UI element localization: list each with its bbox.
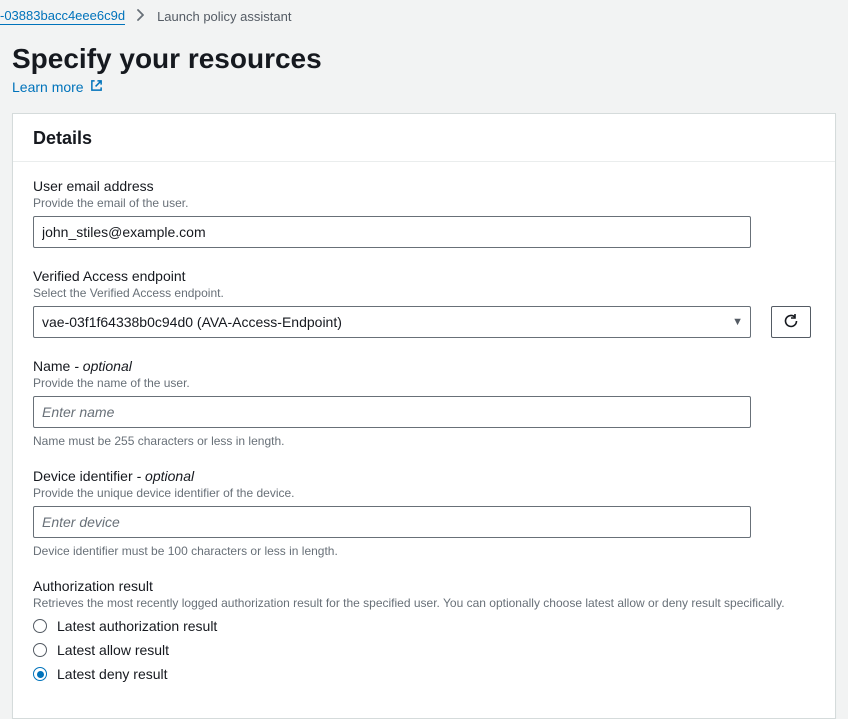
field-device: Device identifier - optional Provide the… — [33, 468, 815, 558]
email-desc: Provide the email of the user. — [33, 196, 815, 210]
refresh-icon — [783, 313, 799, 332]
auth-result-desc: Retrieves the most recently logged autho… — [33, 596, 815, 610]
endpoint-selected-value: vae-03f1f64338b0c94d0 (AVA-Access-Endpoi… — [42, 314, 342, 330]
name-desc: Provide the name of the user. — [33, 376, 815, 390]
device-help: Device identifier must be 100 characters… — [33, 544, 815, 558]
chevron-right-icon — [137, 9, 145, 24]
radio-latest-deny[interactable]: Latest deny result — [33, 666, 815, 682]
radio-icon — [33, 619, 47, 633]
panel-header: Details — [13, 114, 835, 162]
email-label: User email address — [33, 178, 815, 194]
field-auth-result: Authorization result Retrieves the most … — [33, 578, 815, 682]
name-label: Name - optional — [33, 358, 815, 374]
field-email: User email address Provide the email of … — [33, 178, 815, 248]
breadcrumb-current: Launch policy assistant — [157, 9, 291, 24]
radio-label-deny: Latest deny result — [57, 666, 168, 682]
learn-more-link[interactable]: Learn more — [0, 79, 115, 113]
device-field[interactable] — [33, 506, 751, 538]
endpoint-desc: Select the Verified Access endpoint. — [33, 286, 815, 300]
breadcrumb-prev-link[interactable]: -03883bacc4eee6c9d — [0, 8, 125, 25]
auth-result-label: Authorization result — [33, 578, 815, 594]
radio-icon — [33, 667, 47, 681]
name-field[interactable] — [33, 396, 751, 428]
radio-label-allow: Latest allow result — [57, 642, 169, 658]
radio-latest-authorization[interactable]: Latest authorization result — [33, 618, 815, 634]
device-desc: Provide the unique device identifier of … — [33, 486, 815, 500]
email-field[interactable] — [33, 216, 751, 248]
radio-icon — [33, 643, 47, 657]
auth-result-radio-group: Latest authorization result Latest allow… — [33, 618, 815, 682]
external-link-icon — [90, 79, 103, 95]
radio-label-latest: Latest authorization result — [57, 618, 217, 634]
learn-more-label: Learn more — [12, 79, 84, 95]
device-label: Device identifier - optional — [33, 468, 815, 484]
endpoint-select[interactable]: vae-03f1f64338b0c94d0 (AVA-Access-Endpoi… — [33, 306, 751, 338]
field-endpoint: Verified Access endpoint Select the Veri… — [33, 268, 815, 338]
page-title: Specify your resources — [0, 29, 848, 79]
refresh-button[interactable] — [771, 306, 811, 338]
endpoint-label: Verified Access endpoint — [33, 268, 815, 284]
breadcrumb: -03883bacc4eee6c9d Launch policy assista… — [0, 0, 848, 29]
name-help: Name must be 255 characters or less in l… — [33, 434, 815, 448]
radio-latest-allow[interactable]: Latest allow result — [33, 642, 815, 658]
field-name: Name - optional Provide the name of the … — [33, 358, 815, 448]
details-panel: Details User email address Provide the e… — [12, 113, 836, 719]
